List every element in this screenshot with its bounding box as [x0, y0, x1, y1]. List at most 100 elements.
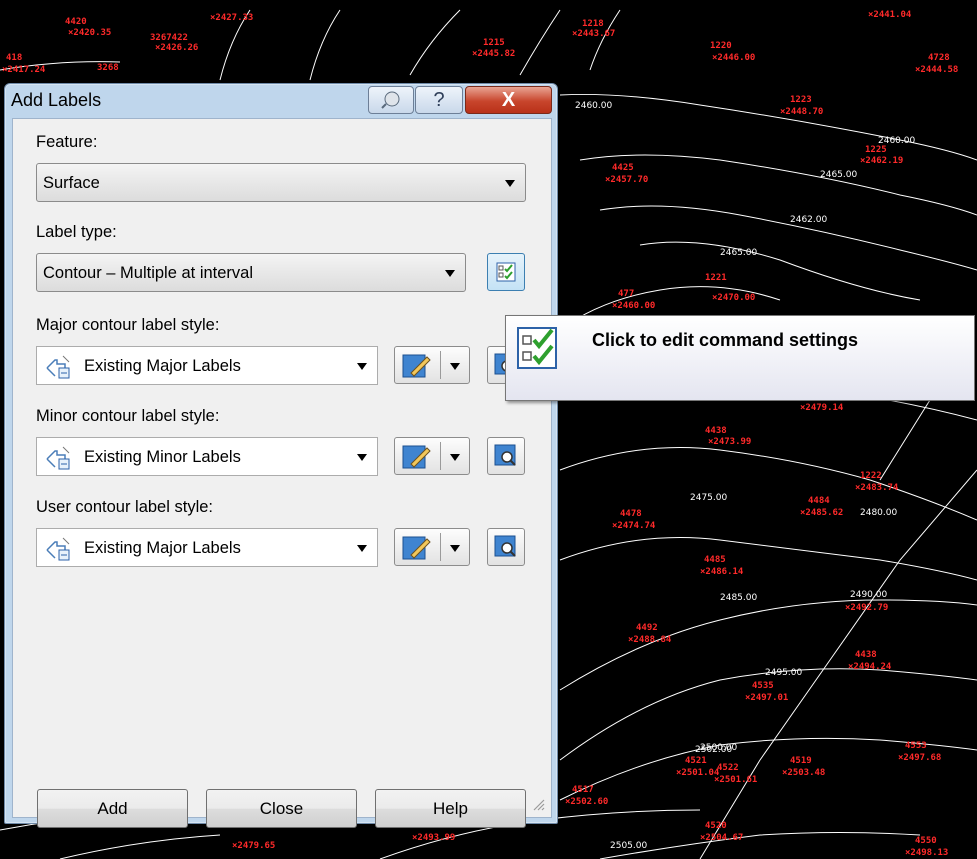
major-style-select-value: Existing Major Labels [84, 357, 241, 375]
minor-style-select-value: Existing Minor Labels [84, 448, 241, 466]
contour-label: 2460.00 [575, 101, 612, 111]
point-elev: ×2417.24 [2, 65, 46, 75]
chevron-down-icon [357, 362, 367, 370]
point-elev: ×2444.58 [915, 65, 958, 75]
contour-line [519, 9, 561, 76]
point-elev: ×2474.74 [612, 521, 656, 531]
chevron-down-icon [450, 454, 460, 461]
user-style-edit-split-button[interactable] [394, 528, 470, 566]
dialog-titlebar[interactable]: Add Labels ? X [5, 84, 557, 118]
command-settings-tooltip: Click to edit command settings [505, 315, 975, 401]
resize-grip-icon[interactable] [531, 797, 545, 811]
minor-style-edit-split-button[interactable] [394, 437, 470, 475]
point-elev: ×2486.14 [700, 567, 744, 577]
contour-label: 2485.00 [720, 593, 757, 603]
point-id: 4535 [752, 681, 774, 691]
point-elev: ×2426.26 [155, 43, 198, 53]
chevron-down-icon [450, 545, 460, 552]
point-elev: ×2448.70 [780, 107, 823, 117]
command-settings-icon [517, 327, 557, 369]
point-id: 4520 [705, 821, 727, 831]
contour-line [59, 834, 221, 859]
tooltip-text: Click to edit command settings [592, 330, 859, 350]
preview-icon [494, 535, 516, 557]
edit-style-icon [402, 536, 431, 560]
major-style-label: Major contour label style: [36, 316, 220, 334]
point-id: 4478 [620, 509, 642, 519]
point-id: 4550 [915, 836, 937, 846]
point-elev: ×2498.13 [905, 848, 948, 858]
point-elev: ×2420.35 [68, 28, 111, 38]
chevron-down-icon [505, 179, 515, 187]
pin-button[interactable] [368, 86, 414, 114]
point-elev: ×2427.33 [210, 13, 253, 23]
point-elev: ×2443.67 [572, 29, 615, 39]
point-elev: ×2470.00 [712, 293, 755, 303]
preview-icon [494, 444, 516, 466]
point-id: 1215 [483, 38, 505, 48]
contour-line [639, 241, 921, 301]
contour-label: 2475.00 [690, 493, 727, 503]
point-id: 1223 [790, 95, 812, 105]
minor-style-preview-button[interactable] [487, 437, 525, 475]
point-id: 1221 [705, 273, 727, 283]
point-elev: ×2494.24 [848, 662, 892, 672]
point-id: 4728 [928, 53, 950, 63]
minor-style-select[interactable]: Existing Minor Labels [36, 437, 378, 476]
label-style-icon [46, 537, 70, 561]
label-type-select[interactable]: Contour – Multiple at interval [36, 253, 466, 292]
feature-select-value: Surface [43, 174, 100, 192]
point-id: 3267422 [150, 33, 188, 43]
contour-line [409, 9, 461, 76]
contour-label: 2462.00 [790, 215, 827, 225]
point-id: 4484 [808, 496, 830, 506]
command-settings-icon [496, 262, 516, 282]
major-style-select[interactable]: Existing Major Labels [36, 346, 378, 385]
point-elev: ×2457.70 [605, 175, 648, 185]
user-style-preview-button[interactable] [487, 528, 525, 566]
contour-label: 2465.00 [720, 248, 757, 258]
user-style-select[interactable]: Existing Major Labels [36, 528, 378, 567]
user-style-label: User contour label style: [36, 498, 213, 516]
chevron-down-icon [450, 363, 460, 370]
point-elev: ×2460.00 [612, 301, 655, 311]
dialog-client: Feature: Surface Label type: Contour – M… [12, 118, 552, 828]
major-style-edit-split-button[interactable] [394, 346, 470, 384]
point-id: 1218 [582, 19, 604, 29]
dialog-title: Add Labels [11, 90, 102, 110]
point-id: 3268 [97, 63, 119, 73]
feature-select[interactable]: Surface [36, 163, 526, 202]
label-style-icon [46, 355, 70, 379]
point-elev: ×2479.65 [232, 841, 275, 851]
help-title-button[interactable]: ? [415, 86, 463, 114]
point-elev: ×2446.00 [712, 53, 755, 63]
point-id: 4522 [717, 763, 739, 773]
help-button[interactable]: Help [375, 789, 526, 828]
contour-label: 2465.00 [820, 170, 857, 180]
chevron-down-icon [445, 269, 455, 277]
contour-label: 2495.00 [765, 668, 802, 678]
user-style-select-value: Existing Major Labels [84, 539, 241, 557]
point-elev: ×2473.99 [708, 437, 751, 447]
edit-style-icon [402, 445, 431, 469]
point-elev: ×2502.60 [565, 797, 608, 807]
command-settings-button[interactable] [487, 253, 525, 291]
minor-style-label: Minor contour label style: [36, 407, 220, 425]
edit-style-icon [402, 354, 431, 378]
add-labels-dialog: Add Labels ? X Feature: Surface Label ty… [4, 83, 558, 828]
point-elev: ×2445.82 [472, 49, 515, 59]
contour-label: 2502.00 [695, 745, 732, 755]
add-button[interactable]: Add [37, 789, 188, 828]
point-elev: ×2492.79 [845, 603, 888, 613]
point-elev: ×2488.84 [628, 635, 672, 645]
point-id: 477 [618, 289, 634, 299]
point-elev: ×2493.99 [412, 833, 455, 843]
close-button[interactable]: Close [206, 789, 357, 828]
point-elev: ×2483.74 [855, 483, 899, 493]
point-id: 4425 [612, 163, 634, 173]
point-elev: ×2503.48 [782, 768, 825, 778]
point-id: 4521 [685, 756, 707, 766]
contour-label: 2505.00 [610, 841, 647, 851]
close-title-button[interactable]: X [465, 86, 552, 114]
chevron-down-icon [357, 453, 367, 461]
